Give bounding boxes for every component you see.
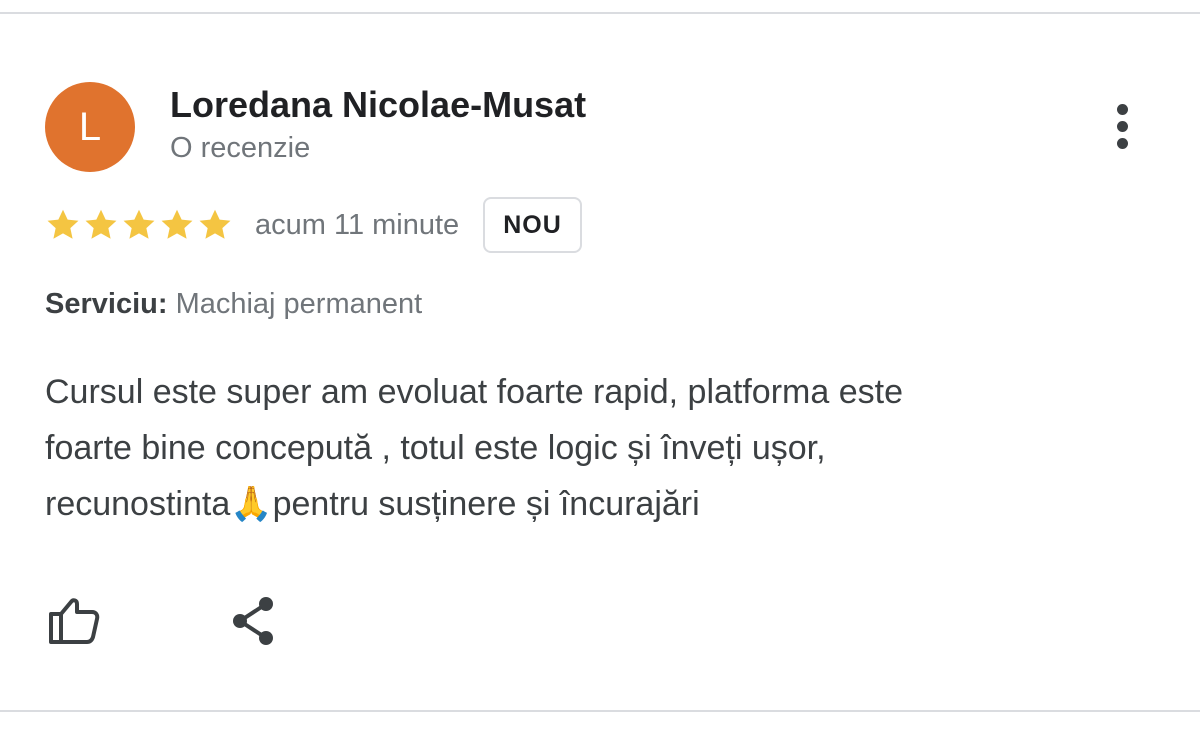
- rating-row: acum 11 minute NOU: [45, 194, 582, 256]
- service-value: Machiaj permanent: [175, 288, 423, 320]
- praying-hands-emoji: 🙏: [230, 485, 273, 523]
- more-vert-icon-dot: [1116, 120, 1128, 132]
- star-icon: [45, 207, 81, 243]
- star-icon: [83, 207, 119, 243]
- review-text-line: foarte bine concepută , totul este logic…: [45, 429, 826, 467]
- review-text-segment: recunostinta: [45, 485, 231, 523]
- star-icon: [121, 207, 157, 243]
- thumb-up-icon: [49, 598, 100, 644]
- review-text-line: recunostinta🙏pentru susținere și încuraj…: [45, 476, 1125, 532]
- review-text-segment: pentru susținere și încurajări: [272, 485, 700, 523]
- top-divider: [0, 12, 1200, 14]
- author-name[interactable]: Loredana Nicolae-Musat: [170, 84, 586, 126]
- share-icon: [233, 597, 273, 645]
- new-badge: NOU: [483, 197, 582, 253]
- avatar[interactable]: L: [45, 82, 135, 172]
- review-text: Cursul este super am evoluat foarte rapi…: [45, 364, 1125, 532]
- bottom-divider: [0, 710, 1200, 712]
- service-label: Serviciu:: [45, 288, 168, 320]
- share-button[interactable]: [228, 594, 278, 648]
- avatar-initial: L: [78, 104, 102, 149]
- star-icon: [197, 207, 233, 243]
- service-line: Serviciu: Machiaj permanent: [45, 288, 422, 321]
- author-review-count[interactable]: O recenzie: [170, 132, 310, 165]
- review-text-line: Cursul este super am evoluat foarte rapi…: [45, 373, 903, 411]
- review-time: acum 11 minute: [255, 208, 460, 241]
- more-options-button[interactable]: [1100, 98, 1144, 154]
- star-icon: [159, 207, 195, 243]
- like-button[interactable]: [46, 592, 102, 648]
- more-vert-icon: [1116, 103, 1128, 115]
- star-rating: [45, 207, 233, 243]
- more-vert-icon-dot: [1116, 137, 1128, 149]
